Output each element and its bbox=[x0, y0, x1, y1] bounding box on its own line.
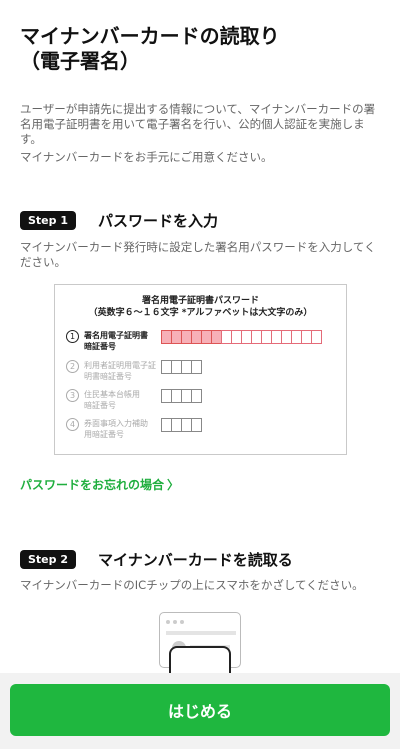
page-title-line1: マイナンバーカードの読取り bbox=[20, 24, 280, 48]
step1-header: Step 1 パスワードを入力 bbox=[20, 209, 380, 231]
row-label-line1: 券面事項入力補助 bbox=[84, 419, 148, 428]
row-label-line2: 明書暗証番号 bbox=[84, 372, 132, 381]
row-label-line2: 用暗証番号 bbox=[84, 430, 124, 439]
intro-prepare-note: マイナンバーカードをお手元にご用意ください。 bbox=[20, 150, 273, 164]
password-row-user-cert: 2 利用者証明用電子証 明書暗証番号 bbox=[66, 360, 202, 382]
row-label: 券面事項入力補助 用暗証番号 bbox=[84, 418, 156, 440]
password-box bbox=[191, 360, 202, 374]
password-boxes bbox=[161, 360, 202, 374]
intro-paragraph: ユーザーが申請先に提出する情報について、マイナンバーカードの署名用電子証明書を用… bbox=[20, 102, 376, 146]
row-number-badge: 1 bbox=[66, 330, 79, 343]
row-number-badge: 2 bbox=[66, 360, 79, 373]
password-box bbox=[191, 389, 202, 403]
step1-title: パスワードを入力 bbox=[98, 211, 219, 230]
bottom-action-bar: はじめる bbox=[0, 673, 400, 749]
row-number-badge: 3 bbox=[66, 389, 79, 402]
step2-header: Step 2 マイナンバーカードを読取る bbox=[20, 548, 380, 570]
card-heading: 署名用電子証明書パスワード （英数字６～１６文字 *アルファベットは大文字のみ） bbox=[55, 295, 346, 319]
row-label-line2: 暗証番号 bbox=[84, 342, 116, 351]
forgot-password-link[interactable]: パスワードをお忘れの場合〉 bbox=[20, 476, 179, 493]
password-row-card-info-input: 4 券面事項入力補助 用暗証番号 bbox=[66, 418, 202, 440]
step2-title: マイナンバーカードを読取る bbox=[98, 550, 293, 569]
card-heading-line2: （英数字６～１６文字 *アルファベットは大文字のみ） bbox=[88, 308, 313, 318]
card-heading-line1: 署名用電子証明書パスワード bbox=[141, 296, 259, 306]
row-label: 利用者証明用電子証 明書暗証番号 bbox=[84, 360, 156, 382]
password-box bbox=[191, 418, 202, 432]
step2-description: マイナンバーカードのICチップの上にスマホをかざしてください。 bbox=[20, 578, 364, 592]
row-label-line1: 住民基本台帳用 bbox=[84, 390, 140, 399]
password-row-resident-registry: 3 住民基本台帳用 暗証番号 bbox=[66, 389, 202, 411]
row-label-line2: 暗証番号 bbox=[84, 401, 116, 410]
forgot-password-label: パスワードをお忘れの場合 bbox=[20, 478, 165, 492]
row-label-line1: 署名用電子証明書 bbox=[84, 331, 148, 340]
row-label-line1: 利用者証明用電子証 bbox=[84, 361, 156, 370]
start-button[interactable]: はじめる bbox=[10, 684, 390, 736]
chevron-right-icon: 〉 bbox=[167, 478, 180, 492]
row-number-badge: 4 bbox=[66, 418, 79, 431]
step1-description: マイナンバーカード発行時に設定した署名用パスワードを入力してください。 bbox=[20, 240, 376, 269]
step1-badge: Step 1 bbox=[20, 210, 76, 230]
password-row-signature: 1 署名用電子証明書 暗証番号 bbox=[66, 330, 322, 352]
page-title: マイナンバーカードの読取り （電子署名） bbox=[20, 24, 380, 74]
password-box bbox=[311, 330, 322, 344]
row-label: 署名用電子証明書 暗証番号 bbox=[84, 330, 156, 352]
step2-badge: Step 2 bbox=[20, 549, 76, 569]
row-label: 住民基本台帳用 暗証番号 bbox=[84, 389, 156, 411]
page-title-line2: （電子署名） bbox=[20, 49, 140, 73]
password-boxes bbox=[161, 389, 202, 403]
password-boxes bbox=[161, 330, 322, 344]
password-boxes bbox=[161, 418, 202, 432]
